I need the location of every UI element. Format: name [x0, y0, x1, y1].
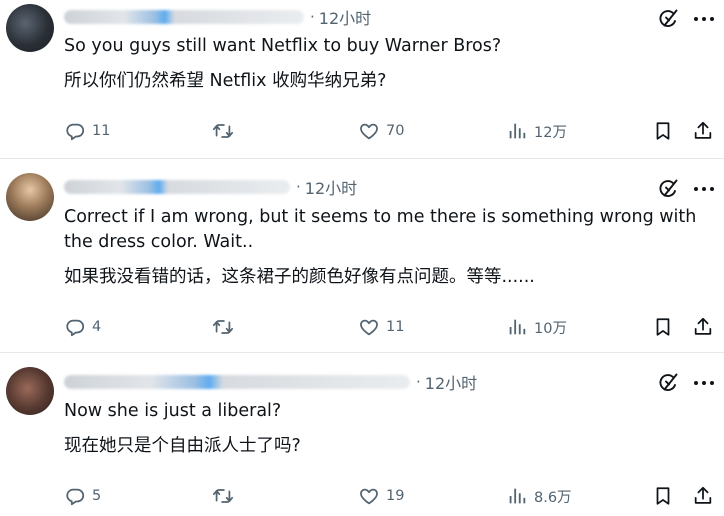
more-options-icon[interactable]: [694, 177, 714, 201]
retweet-icon: [212, 316, 234, 338]
avatar[interactable]: [6, 367, 54, 415]
post-header: · 12小时: [64, 371, 477, 393]
post-text-en: Correct if I am wrong, but it seems to m…: [64, 207, 697, 252]
action-bar: 5 19 8.6万: [64, 484, 724, 508]
share-button[interactable]: [692, 119, 714, 143]
post-time[interactable]: 12小时: [319, 5, 371, 29]
views-icon: [506, 485, 528, 507]
like-icon: [358, 316, 380, 338]
views-count: 10万: [534, 320, 567, 337]
grok-icon[interactable]: [656, 177, 680, 201]
reply-icon: [64, 120, 86, 142]
retweet-button[interactable]: [212, 484, 240, 508]
avatar[interactable]: [6, 4, 54, 52]
like-icon: [358, 485, 380, 507]
like-icon: [358, 120, 380, 142]
bookmark-button[interactable]: [652, 484, 674, 508]
like-button[interactable]: 19: [358, 484, 404, 508]
post-time[interactable]: 12小时: [305, 175, 357, 199]
share-icon: [692, 316, 714, 338]
like-count: 11: [386, 319, 405, 335]
post-time[interactable]: 12小时: [425, 370, 477, 394]
reply-icon: [64, 316, 86, 338]
views-button[interactable]: 8.6万: [506, 484, 572, 508]
post-text-en: So you guys still want Netflix to buy Wa…: [64, 36, 502, 56]
post-header: · 12小时: [64, 176, 357, 198]
separator: ·: [310, 8, 315, 26]
separator: ·: [296, 178, 301, 196]
like-button[interactable]: 11: [358, 315, 404, 339]
retweet-icon: [212, 485, 234, 507]
views-count: 12万: [534, 124, 567, 141]
more-options-icon[interactable]: [694, 371, 714, 395]
retweet-icon: [212, 120, 234, 142]
action-bar: 4 11 10万: [64, 315, 724, 339]
retweet-button[interactable]: [212, 315, 240, 339]
post-text-en: Now she is just a liberal?: [64, 401, 282, 421]
post-text-zh: 如果我没看错的话，这条裙子的颜色好像有点问题。等等......: [64, 267, 535, 287]
post-text-zh: 所以你们仍然希望 Netflix 收购华纳兄弟?: [64, 71, 387, 91]
post-text-zh: 现在她只是个自由派人士了吗?: [64, 436, 301, 456]
views-icon: [506, 316, 528, 338]
author-name-blurred[interactable]: [64, 375, 410, 389]
share-icon: [692, 485, 714, 507]
avatar[interactable]: [6, 173, 54, 221]
reply-button[interactable]: 5: [64, 484, 101, 508]
like-count: 19: [386, 488, 405, 504]
bookmark-button[interactable]: [652, 119, 674, 143]
grok-icon[interactable]: [656, 7, 680, 31]
post-3[interactable]: · 12小时 Now she is just a liberal? 现在她只是个…: [0, 353, 724, 516]
reply-count: 4: [92, 319, 102, 335]
post-2[interactable]: · 12小时 Correct if I am wrong, but it see…: [0, 159, 724, 352]
bookmark-icon: [652, 485, 674, 507]
more-options-icon[interactable]: [694, 7, 714, 31]
views-button[interactable]: 12万: [506, 119, 567, 143]
separator: ·: [416, 373, 421, 391]
post-header: · 12小时: [64, 6, 371, 28]
reply-count: 5: [92, 488, 102, 504]
reply-icon: [64, 485, 86, 507]
author-name-blurred[interactable]: [64, 180, 290, 194]
like-count: 70: [386, 123, 405, 139]
like-button[interactable]: 70: [358, 119, 404, 143]
retweet-button[interactable]: [212, 119, 240, 143]
action-bar: 11 70 12万: [64, 119, 724, 143]
bookmark-button[interactable]: [652, 315, 674, 339]
grok-icon[interactable]: [656, 371, 680, 395]
views-icon: [506, 120, 528, 142]
bookmark-icon: [652, 316, 674, 338]
author-name-blurred[interactable]: [64, 10, 304, 24]
reply-button[interactable]: 4: [64, 315, 101, 339]
share-icon: [692, 120, 714, 142]
reply-button[interactable]: 11: [64, 119, 110, 143]
share-button[interactable]: [692, 484, 714, 508]
views-button[interactable]: 10万: [506, 315, 567, 339]
post-1[interactable]: · 12小时 So you guys still want Netflix to…: [0, 0, 724, 158]
views-count: 8.6万: [534, 489, 572, 506]
reply-count: 11: [92, 123, 111, 139]
share-button[interactable]: [692, 315, 714, 339]
bookmark-icon: [652, 120, 674, 142]
